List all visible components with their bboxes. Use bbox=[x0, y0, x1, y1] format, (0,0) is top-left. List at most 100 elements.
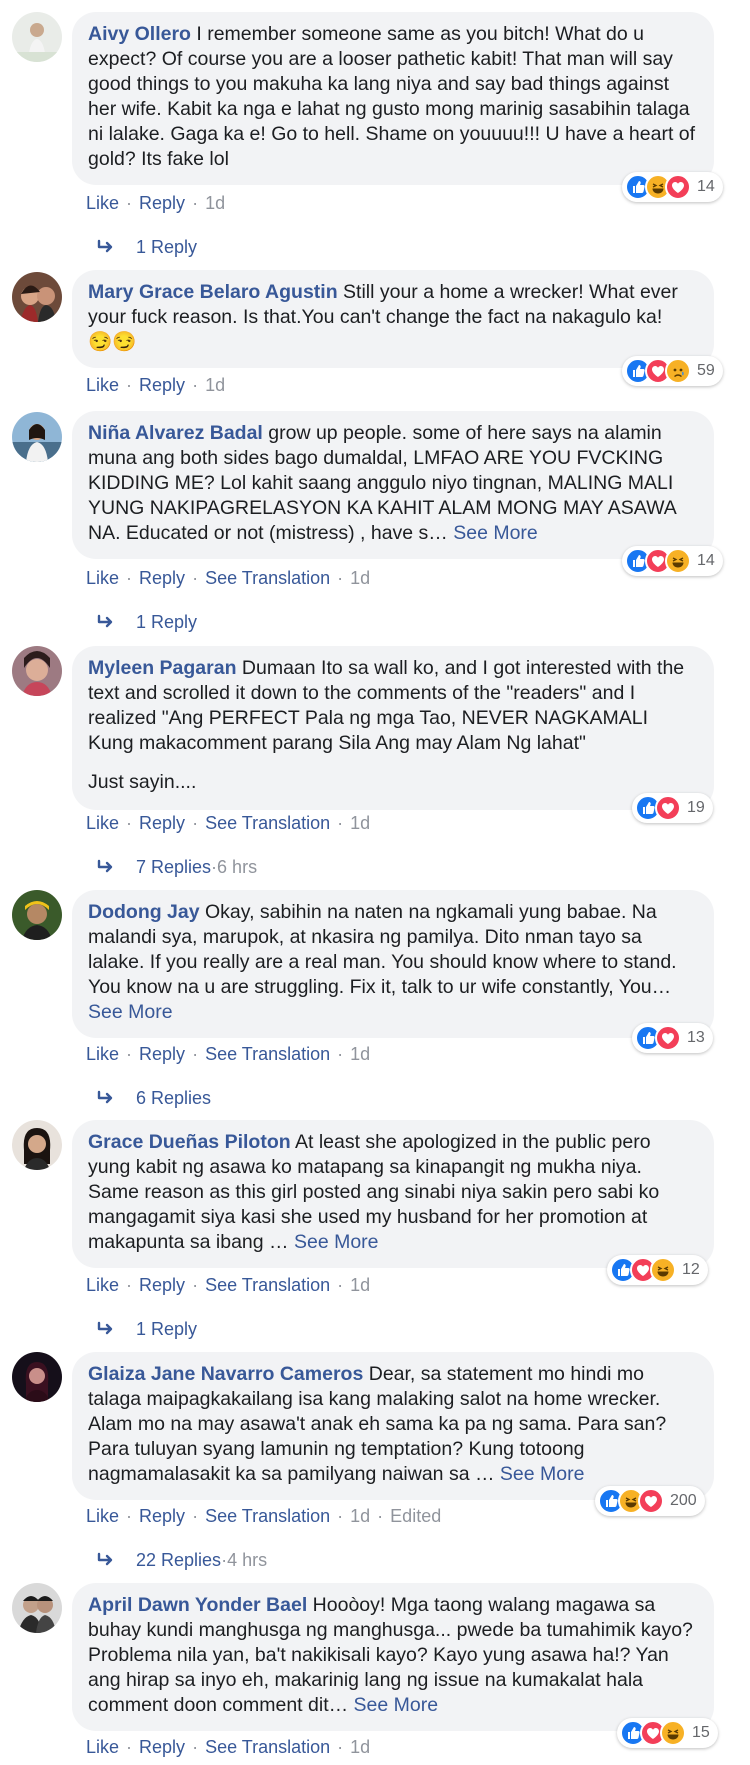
comment-author[interactable]: Glaiza Jane Navarro Cameros bbox=[88, 1363, 363, 1385]
reaction-summary[interactable]: 13 bbox=[632, 1023, 713, 1053]
replies-count[interactable]: 1 Reply bbox=[136, 235, 197, 259]
avatar[interactable] bbox=[12, 646, 62, 696]
comment-actions: Like · Reply · See Translation · 1d bbox=[86, 1275, 371, 1295]
reply-link[interactable]: Reply bbox=[139, 193, 185, 213]
sad-icon bbox=[665, 358, 691, 384]
reaction-summary[interactable]: 12 bbox=[607, 1255, 708, 1285]
comment-author[interactable]: Myleen Pagaran bbox=[88, 657, 236, 679]
view-replies-link[interactable]: 22 Replies · 4 hrs bbox=[96, 1548, 267, 1572]
avatar[interactable] bbox=[12, 1583, 62, 1633]
reply-link[interactable]: Reply bbox=[139, 813, 185, 833]
replies-count[interactable]: 1 Reply bbox=[136, 610, 197, 634]
see-translation-link[interactable]: See Translation bbox=[205, 813, 330, 833]
comment-text-extra: Just sayin.... bbox=[88, 771, 197, 793]
avatar[interactable] bbox=[12, 1120, 62, 1170]
avatar[interactable] bbox=[12, 890, 62, 940]
avatar[interactable] bbox=[12, 12, 62, 62]
reaction-summary[interactable]: 14 bbox=[622, 172, 723, 202]
comment-author[interactable]: Dodong Jay bbox=[88, 901, 200, 923]
avatar[interactable] bbox=[12, 272, 62, 322]
haha-icon bbox=[660, 1720, 686, 1746]
view-replies-link[interactable]: 6 Replies bbox=[96, 1086, 211, 1110]
replies-count[interactable]: 7 Replies bbox=[136, 855, 211, 879]
like-link[interactable]: Like bbox=[86, 813, 119, 833]
comment-actions: Like · Reply · See Translation · 1d · Ed… bbox=[86, 1506, 442, 1526]
see-more-link[interactable]: See More bbox=[88, 1001, 173, 1023]
see-more-link[interactable]: See More bbox=[354, 1694, 439, 1716]
avatar[interactable] bbox=[12, 412, 62, 462]
reaction-count: 19 bbox=[687, 799, 705, 816]
comment-time[interactable]: 1d bbox=[350, 1737, 370, 1757]
like-link[interactable]: Like bbox=[86, 375, 119, 395]
comment-author[interactable]: Niña Alvarez Badal bbox=[88, 422, 263, 444]
replies-time: 6 hrs bbox=[217, 857, 258, 877]
reply-arrow-icon bbox=[97, 239, 113, 253]
comment-time[interactable]: 1d bbox=[205, 193, 225, 213]
see-more-link[interactable]: See More bbox=[453, 522, 538, 544]
like-link[interactable]: Like bbox=[86, 193, 119, 213]
comment-author[interactable]: Grace Dueñas Piloton bbox=[88, 1131, 291, 1153]
reaction-summary[interactable]: 14 bbox=[622, 546, 723, 576]
like-link[interactable]: Like bbox=[86, 1506, 119, 1526]
comment-author[interactable]: Aivy Ollero bbox=[88, 23, 191, 45]
view-replies-link[interactable]: 1 Reply bbox=[96, 610, 197, 634]
comment-emoji: 😏😏 bbox=[88, 331, 137, 353]
comment-time[interactable]: 1d bbox=[350, 1044, 370, 1064]
comment-time[interactable]: 1d bbox=[350, 568, 370, 588]
comment-time[interactable]: 1d bbox=[350, 1275, 370, 1295]
reaction-count: 14 bbox=[697, 178, 715, 195]
reply-link[interactable]: Reply bbox=[139, 568, 185, 588]
avatar[interactable] bbox=[12, 1352, 62, 1402]
like-link[interactable]: Like bbox=[86, 1044, 119, 1064]
reply-link[interactable]: Reply bbox=[139, 1044, 185, 1064]
comment-actions: Like · Reply · See Translation · 1d bbox=[86, 1737, 371, 1757]
reaction-summary[interactable]: 15 bbox=[617, 1718, 718, 1748]
comment-bubble: Mary Grace Belaro Agustin Still your a h… bbox=[72, 270, 714, 368]
reply-arrow-icon bbox=[97, 1090, 113, 1104]
reply-arrow-icon bbox=[97, 1552, 113, 1566]
haha-icon bbox=[650, 1257, 676, 1283]
see-more-link[interactable]: See More bbox=[500, 1463, 585, 1485]
reply-link[interactable]: Reply bbox=[139, 375, 185, 395]
comment-author[interactable]: April Dawn Yonder Bael bbox=[88, 1594, 307, 1616]
replies-count[interactable]: 22 Replies bbox=[136, 1548, 221, 1572]
edited-label[interactable]: Edited bbox=[390, 1506, 441, 1526]
view-replies-link[interactable]: 1 Reply bbox=[96, 235, 197, 259]
reaction-count: 14 bbox=[697, 552, 715, 569]
comment-time[interactable]: 1d bbox=[350, 813, 370, 833]
see-more-link[interactable]: See More bbox=[294, 1231, 379, 1253]
love-icon bbox=[638, 1488, 664, 1514]
comment-actions: Like · Reply · See Translation · 1d bbox=[86, 1044, 371, 1064]
reaction-summary[interactable]: 19 bbox=[632, 793, 713, 823]
reaction-summary[interactable]: 59 bbox=[622, 356, 723, 386]
reply-link[interactable]: Reply bbox=[139, 1506, 185, 1526]
comment-bubble: Glaiza Jane Navarro Cameros Dear, sa sta… bbox=[72, 1352, 714, 1500]
reaction-count: 200 bbox=[670, 1492, 697, 1509]
reaction-count: 12 bbox=[682, 1261, 700, 1278]
like-link[interactable]: Like bbox=[86, 568, 119, 588]
comment-time[interactable]: 1d bbox=[350, 1506, 370, 1526]
see-translation-link[interactable]: See Translation bbox=[205, 1275, 330, 1295]
comment-author[interactable]: Mary Grace Belaro Agustin bbox=[88, 281, 338, 303]
replies-count[interactable]: 1 Reply bbox=[136, 1317, 197, 1341]
reaction-count: 59 bbox=[697, 362, 715, 379]
comment-text: I remember someone same as you bitch! Wh… bbox=[88, 23, 696, 170]
love-icon bbox=[655, 795, 681, 821]
comment-bubble: Niña Alvarez Badal grow up people. some … bbox=[72, 411, 714, 559]
see-translation-link[interactable]: See Translation bbox=[205, 568, 330, 588]
view-replies-link[interactable]: 1 Reply bbox=[96, 1317, 197, 1341]
haha-icon bbox=[665, 548, 691, 574]
see-translation-link[interactable]: See Translation bbox=[205, 1506, 330, 1526]
reaction-summary[interactable]: 200 bbox=[595, 1486, 705, 1516]
comment-time[interactable]: 1d bbox=[205, 375, 225, 395]
see-translation-link[interactable]: See Translation bbox=[205, 1737, 330, 1757]
comment-bubble: Myleen Pagaran Dumaan Ito sa wall ko, an… bbox=[72, 646, 714, 810]
reply-link[interactable]: Reply bbox=[139, 1737, 185, 1757]
like-link[interactable]: Like bbox=[86, 1737, 119, 1757]
replies-count[interactable]: 6 Replies bbox=[136, 1086, 211, 1110]
see-translation-link[interactable]: See Translation bbox=[205, 1044, 330, 1064]
like-link[interactable]: Like bbox=[86, 1275, 119, 1295]
comment-actions: Like · Reply · See Translation · 1d bbox=[86, 568, 371, 588]
reply-link[interactable]: Reply bbox=[139, 1275, 185, 1295]
view-replies-link[interactable]: 7 Replies · 6 hrs bbox=[96, 855, 257, 879]
